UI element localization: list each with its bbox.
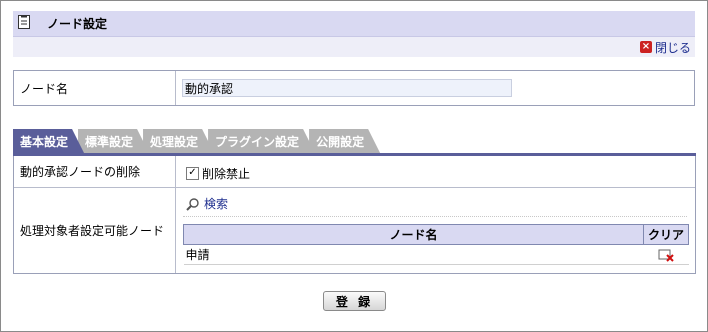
clear-column-header: クリア	[643, 224, 689, 245]
tab-standard-settings[interactable]: 標準設定	[78, 129, 149, 153]
target-node-row: 処理対象者設定可能ノード 検索 ノード名 クリア 申請	[14, 188, 695, 273]
node-name-input[interactable]	[182, 79, 512, 97]
node-table: ノード名 クリア 申請	[183, 224, 689, 265]
delete-setting-cell: ✓ 削除禁止	[176, 156, 695, 187]
table-row: 申請	[183, 244, 689, 265]
prevent-delete-checkbox[interactable]: ✓	[186, 167, 199, 180]
node-name-row: ノード名	[13, 70, 695, 106]
page-title: ノード設定	[47, 17, 108, 31]
divider	[183, 216, 687, 217]
node-name-cell: 申請	[183, 244, 644, 265]
search-icon	[186, 197, 199, 211]
node-name-cell	[176, 71, 694, 105]
tab-process-settings[interactable]: 処理設定	[143, 129, 214, 153]
delete-setting-row: 動的承認ノードの削除 ✓ 削除禁止	[14, 156, 695, 188]
clear-icon[interactable]	[658, 248, 674, 262]
dialog-frame: ノード設定 × 閉じる ノード名 基本設定 標準設定 処理設定 プラグイン設定 …	[0, 0, 708, 332]
tab-plugin-settings[interactable]: プラグイン設定	[208, 129, 315, 153]
search-label: 検索	[204, 197, 229, 211]
clear-cell	[643, 244, 689, 265]
node-name-label: ノード名	[14, 71, 176, 105]
delete-setting-label: 動的承認ノードの削除	[14, 156, 176, 187]
close-button[interactable]: × 閉じる	[639, 39, 691, 55]
dialog-header: ノード設定	[13, 11, 695, 37]
register-button[interactable]: 登 録	[323, 291, 386, 311]
tab-publish-settings[interactable]: 公開設定	[309, 129, 380, 153]
tab-basic-settings[interactable]: 基本設定	[13, 129, 84, 153]
tab-bar: 基本設定 標準設定 処理設定 プラグイン設定 公開設定	[13, 129, 374, 153]
document-icon	[18, 15, 30, 29]
target-node-cell: 検索 ノード名 クリア 申請	[176, 188, 695, 273]
close-icon: ×	[639, 41, 652, 53]
prevent-delete-label: 削除禁止	[202, 167, 251, 181]
node-name-column-header: ノード名	[183, 224, 644, 245]
search-button[interactable]: 検索	[186, 195, 228, 212]
settings-table: 動的承認ノードの削除 ✓ 削除禁止 処理対象者設定可能ノード 検索 ノード名 ク…	[13, 156, 696, 274]
close-label: 閉じる	[654, 40, 691, 55]
target-node-label: 処理対象者設定可能ノード	[14, 188, 176, 273]
header-toolbar: × 閉じる	[13, 37, 695, 57]
